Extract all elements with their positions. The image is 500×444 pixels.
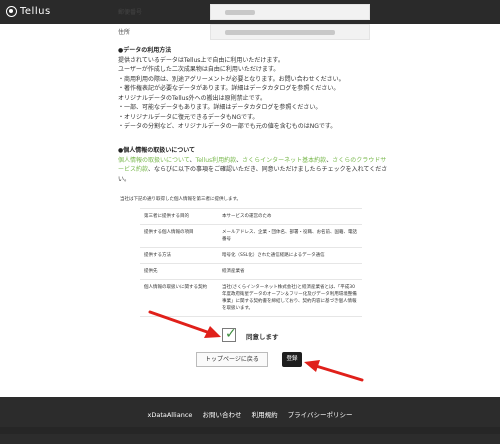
back-to-top-button[interactable]: トップページに戻る	[196, 352, 268, 367]
third-party-note: 当社は下記の通り取得した個人情報を第三者に提供します。	[120, 197, 242, 202]
table-cell-value: 暗号化（SSL化）された通信経路によるデータ通信	[218, 247, 362, 264]
privacy-section: ●個人情報の取扱いについて 個人情報の取扱いについて、Tellus利用約款、さく…	[118, 146, 388, 184]
table-cell-label: 提供する方法	[140, 247, 218, 264]
privacy-policy-link[interactable]: 個人情報の取扱いについて	[118, 157, 190, 164]
redacted-value	[225, 30, 335, 35]
tellus-logo-icon	[6, 6, 17, 17]
data-usage-section: ●データの利用方法 提供されているデータはTellus上で自由に利用いただけます…	[118, 46, 388, 132]
agree-label[interactable]: 同意します	[246, 331, 279, 341]
tellus-logo[interactable]: Tellus	[6, 6, 51, 17]
agree-checkbox[interactable]: ✓	[222, 326, 237, 342]
logo-text: Tellus	[20, 6, 51, 17]
tellus-terms-link[interactable]: Tellus利用約款	[196, 157, 237, 164]
table-cell-value: 当社(さくらインターネット株式会社)と経済産業省とは、「平成30年度政府衛星デー…	[218, 279, 362, 317]
footer-link-xdataalliance[interactable]: xDataAlliance	[147, 411, 192, 419]
table-row: 提供する個人情報の項目 メールアドレス、企業・団体名、部署・役職、お名前、国籍、…	[140, 224, 362, 248]
footer-link-privacy[interactable]: プライバシーポリシー	[288, 411, 353, 419]
data-usage-title: ●データの利用方法	[118, 47, 172, 54]
table-cell-label: 個人情報の取扱いに関する契約	[140, 279, 218, 317]
postal-code-row: 郵便番号	[118, 4, 388, 22]
data-usage-line: オリジナルデータのTellus外への搬出は原則禁止です。	[118, 94, 267, 102]
table-cell-value: メールアドレス、企業・団体名、部署・役職、お名前、国籍、電話番号	[218, 224, 362, 248]
data-usage-line: ・著作権表記が必要なデータがあります。詳細はデータカタログを参照ください。	[118, 85, 340, 92]
privacy-tail-text: 、ならびに以下の事項をご確認いただき、同意いただけましたらチェックを入れてくださ…	[118, 166, 388, 183]
register-button[interactable]: 登録	[282, 352, 302, 367]
footer-nav: xDataAlliance お問い合わせ 利用規約 プライバシーポリシー	[0, 409, 500, 419]
footer-link-contact[interactable]: お問い合わせ	[202, 411, 241, 419]
footer-link-terms[interactable]: 利用規約	[252, 411, 278, 419]
table-cell-value: 経済産業省	[218, 263, 362, 280]
address-label: 住所	[118, 29, 131, 36]
check-icon: ✓	[225, 326, 237, 342]
table-cell-label: 提供先	[140, 263, 218, 280]
data-usage-line: ユーザーが作成した二次成果物は自由に利用いただけます。	[118, 66, 280, 73]
data-usage-line: ・一部、可能なデータもあります。詳細はデータカタログを参照ください。	[118, 104, 322, 111]
table-cell-label: 第三者に提供する目的	[140, 208, 218, 225]
data-usage-line: ・オリジナルデータに復元できるデータもNGです。	[118, 113, 259, 121]
redacted-value	[225, 10, 255, 15]
data-usage-line: 提供されているデータはTellus上で自由に利用いただけます。	[118, 56, 284, 64]
address-row: 住所	[118, 24, 388, 42]
privacy-title: ●個人情報の取扱いについて	[118, 147, 196, 154]
table-row: 個人情報の取扱いに関する契約 当社(さくらインターネット株式会社)と経済産業省と…	[140, 279, 362, 317]
table-cell-value: 本サービスの運営のため	[218, 208, 362, 225]
postal-code-field[interactable]	[210, 4, 370, 20]
table-cell-label: 提供する個人情報の項目	[140, 224, 218, 248]
sakura-basic-terms-link[interactable]: さくらインターネット基本約款	[242, 157, 326, 164]
postal-code-label: 郵便番号	[118, 9, 143, 16]
table-row: 提供先 経済産業省	[140, 263, 362, 280]
third-party-info-table: 第三者に提供する目的 本サービスの運営のため 提供する個人情報の項目 メールアド…	[140, 208, 362, 317]
data-usage-line: ・データの分割など、オリジナルデータの一部でも元の値を含むものはNGです。	[118, 123, 337, 130]
address-field[interactable]	[210, 24, 370, 40]
footer-bottom-band	[0, 427, 500, 434]
privacy-text: 個人情報の取扱いについて、Tellus利用約款、さくらインターネット基本約款、さ…	[118, 156, 388, 185]
table-row: 第三者に提供する目的 本サービスの運営のため	[140, 208, 362, 225]
red-arrow-to-register	[304, 360, 364, 382]
footer: xDataAlliance お問い合わせ 利用規約 プライバシーポリシー	[0, 397, 500, 444]
data-usage-line: ・商用利用の際は、別途アグリーメントが必要となります。お問い合わせください。	[118, 75, 345, 83]
table-row: 提供する方法 暗号化（SSL化）された通信経路によるデータ通信	[140, 247, 362, 264]
